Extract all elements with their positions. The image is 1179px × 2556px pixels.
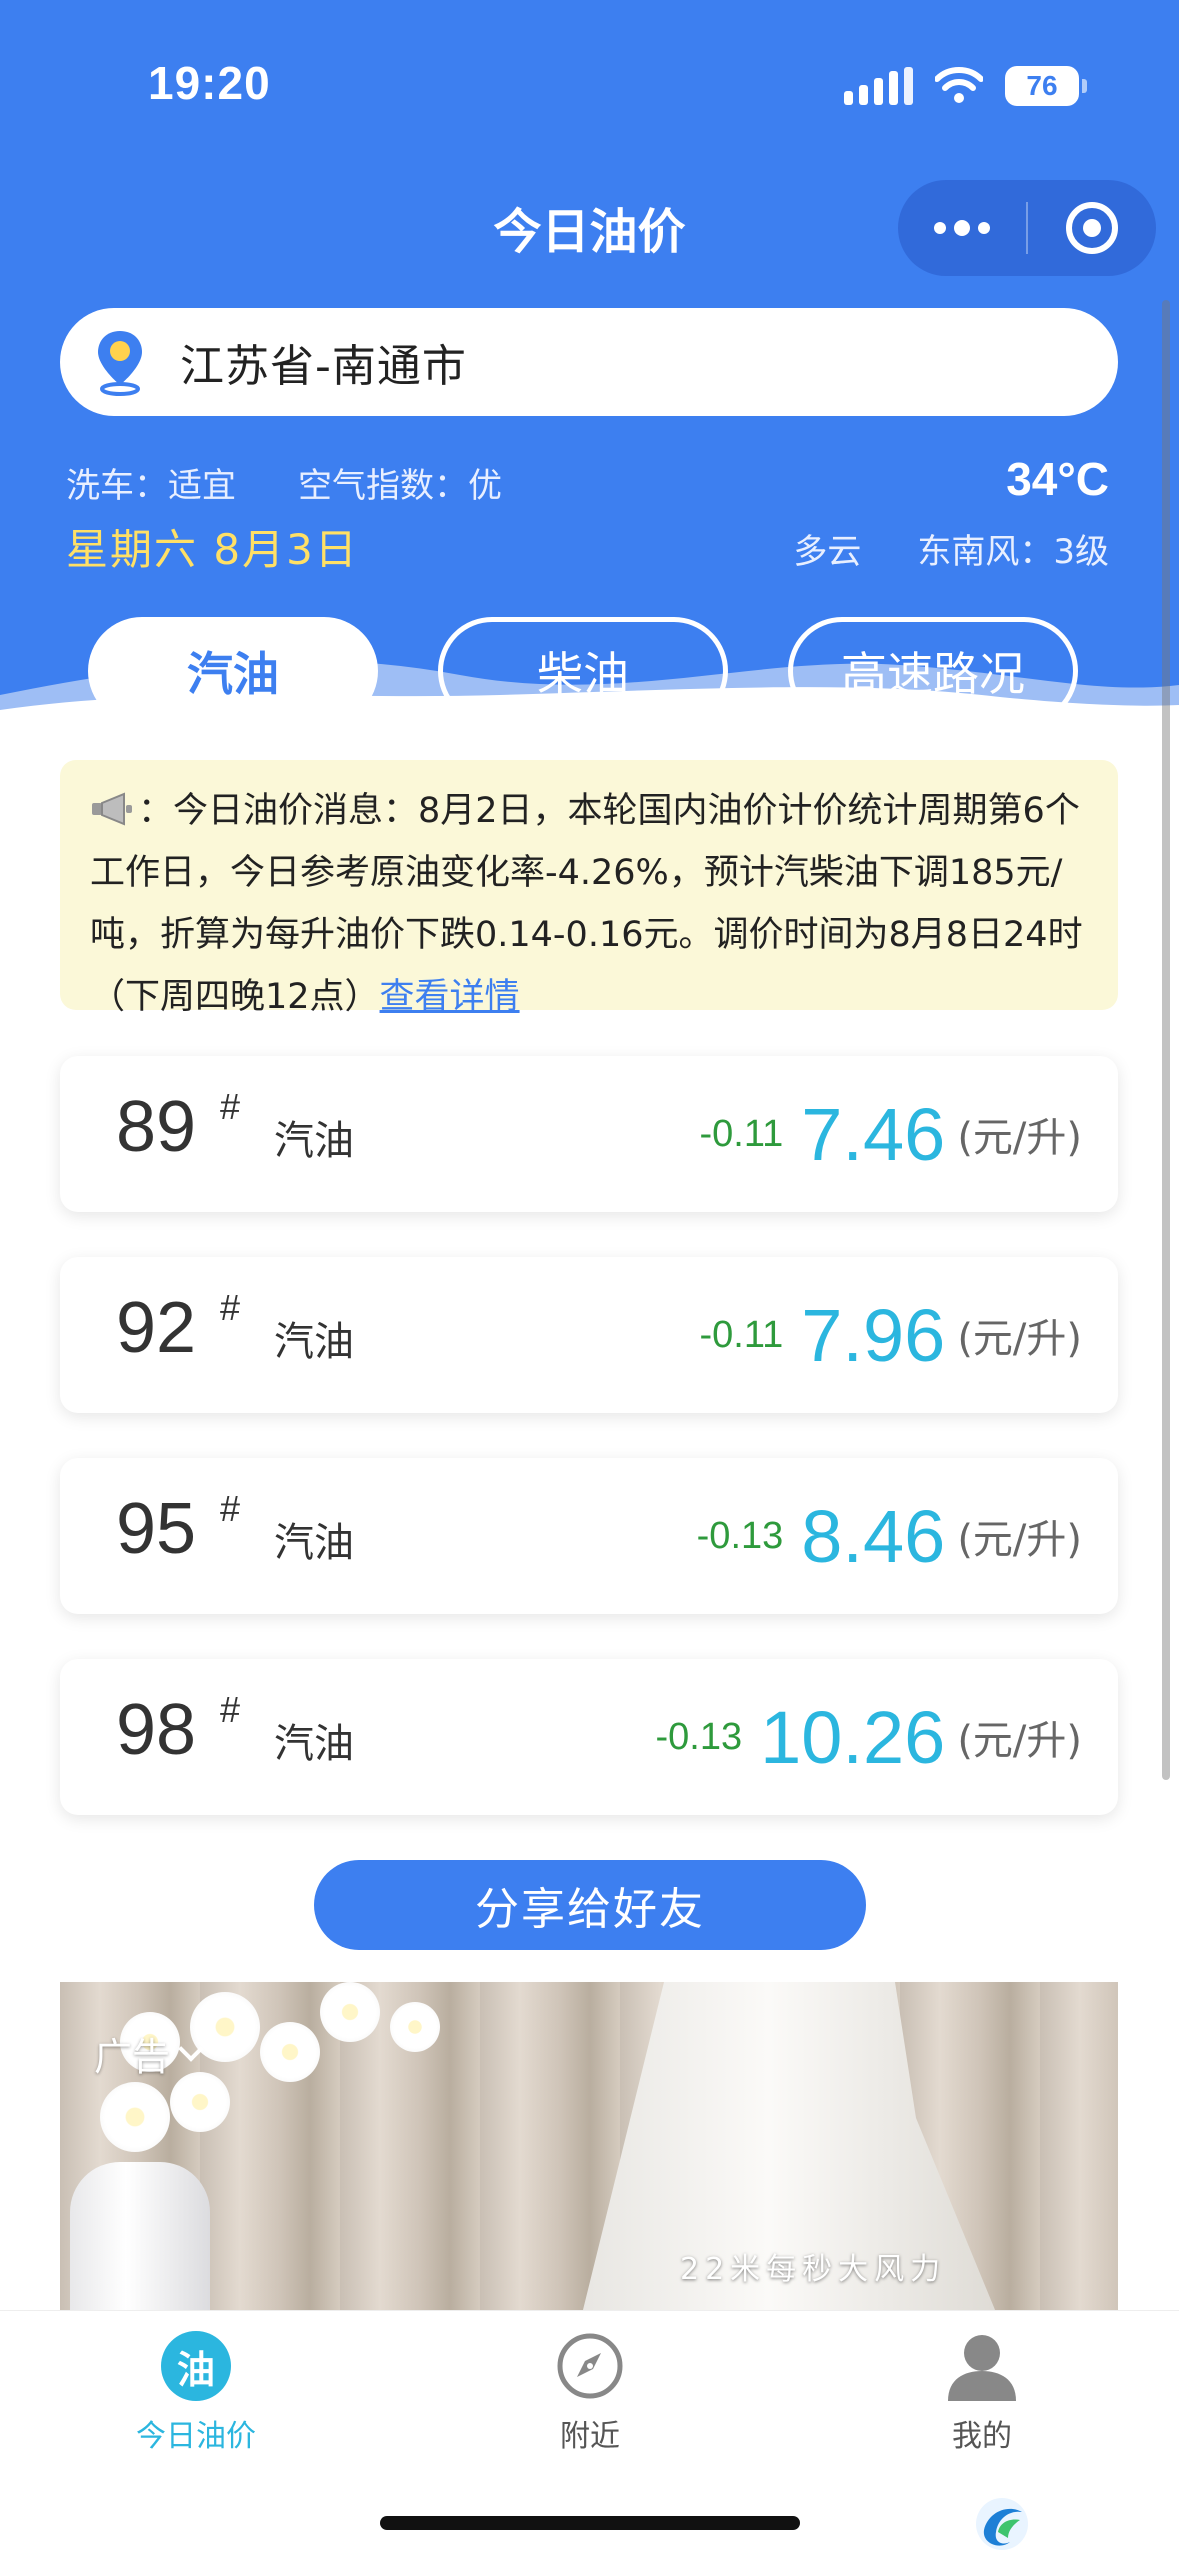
notice-text: 今日油价消息：8月2日，本轮国内油价计价统计周期第6个工作日，今日参考原油变化率… [90,791,1083,1017]
cellular-signal-icon [844,67,913,105]
wind-info: 东南风：3级 [917,532,1109,572]
weather-info: 洗车：适宜 空气指数：优 [66,458,502,507]
view-details-link[interactable]: 查看详情 [380,977,520,1017]
ad-flower-image [260,2022,320,2082]
fuel-type: 汽油 [274,1319,354,1365]
tabbar-item-mine[interactable]: 我的 [882,2331,1082,2455]
ad-flower-image [320,1982,380,2042]
grade-hash: # [220,1488,241,1529]
price-change: -0.13 [655,1715,743,1758]
tabbar-label: 今日油价 [136,2419,256,2454]
status-bar: 19:20 76 [0,0,1179,150]
home-indicator [380,2516,800,2530]
fuel-type: 汽油 [274,1520,354,1566]
tabbar-label: 附近 [560,2419,620,2454]
price-value: 7.46 [801,1092,946,1176]
fuel-grade: 89 [116,1087,197,1167]
price-card-89: 89 # 汽油 -0.11 7.46 (元/升) [60,1056,1118,1212]
weather-condition: 多云 [793,532,862,572]
status-time: 19:20 [148,57,271,109]
fuel-type: 汽油 [274,1721,354,1767]
tabbar-label: 我的 [952,2419,1012,2454]
tab-gasoline[interactable]: 汽油 [88,617,378,725]
chevron-down-icon [178,2035,204,2062]
grade-hash: # [220,1287,241,1328]
fuel-grade: 95 [116,1489,197,1569]
compass-icon [557,2333,623,2399]
price-card-95: 95 # 汽油 -0.13 8.46 (元/升) [60,1458,1118,1614]
price-change: -0.11 [699,1112,784,1155]
tabbar-item-nearby[interactable]: 附近 [490,2331,690,2455]
more-options-icon[interactable] [898,180,1026,276]
price-unit: (元/升) [957,1115,1082,1161]
weather-date: 星期六 8月3日 [66,525,359,574]
price-value: 10.26 [760,1695,946,1779]
price-change: -0.13 [696,1514,784,1557]
mini-program-capsule [898,180,1156,276]
price-unit: (元/升) [957,1517,1082,1563]
air-quality-index: 空气指数：优 [298,466,502,506]
oil-icon: 油 [161,2331,231,2401]
price-unit: (元/升) [957,1718,1082,1764]
ad-flower-image [170,2072,230,2132]
user-icon [948,2335,1016,2401]
location-text: 江苏省-南通市 [180,341,467,392]
tab-highway-traffic[interactable]: 高速路况 [788,617,1078,725]
ad-label[interactable]: 广告 [94,2026,204,2081]
wifi-icon [935,67,983,103]
tab-diesel[interactable]: 柴油 [438,617,728,725]
ad-flower-image [100,2082,170,2152]
weather-conditions: 多云 东南风：3级 [793,524,1109,573]
ad-flower-image [390,2002,440,2052]
price-value: 7.96 [801,1293,946,1377]
ad-label-text: 广告 [94,2035,171,2079]
location-selector[interactable]: 江苏省-南通市 [60,308,1118,416]
fuel-type: 汽油 [274,1118,354,1164]
temperature: 34°C [1006,453,1109,505]
price-card-92: 92 # 汽油 -0.11 7.96 (元/升) [60,1257,1118,1413]
ad-caption: 22米每秒大风力 [680,2252,947,2287]
battery-icon: 76 [1005,66,1087,106]
tabbar-item-today-price[interactable]: 油 今日油价 [96,2331,296,2455]
fuel-grade: 92 [116,1288,197,1368]
grade-hash: # [220,1086,241,1127]
price-notice: ：今日油价消息：8月2日，本轮国内油价计价统计周期第6个工作日，今日参考原油变化… [60,760,1118,1017]
scrollbar[interactable] [1162,300,1170,1780]
share-to-friends-button[interactable]: 分享给好友 [314,1860,866,1950]
close-mini-program-icon[interactable] [1028,180,1156,276]
price-unit: (元/升) [957,1316,1082,1362]
app-logo-icon [976,2498,1028,2550]
megaphone-icon [92,792,132,826]
advertisement-banner[interactable]: 广告 22米每秒大风力 [60,1982,1118,2310]
price-change: -0.11 [699,1313,784,1356]
status-icons: 76 [844,64,1087,108]
fuel-type-tabs: 汽油 柴油 高速路况 [88,617,1088,725]
car-wash-index: 洗车：适宜 [66,466,236,506]
price-value: 8.46 [801,1494,946,1578]
location-pin-icon [98,331,142,396]
grade-hash: # [220,1689,241,1730]
ad-vase-image [70,2162,210,2310]
fuel-grade: 98 [116,1690,197,1770]
price-card-98: 98 # 汽油 -0.13 10.26 (元/升) [60,1659,1118,1815]
notice-prefix: ： [138,791,174,831]
